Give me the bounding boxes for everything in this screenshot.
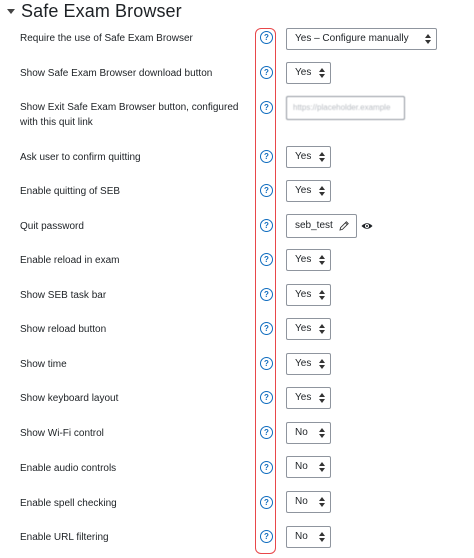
setting-label: Quit password: [20, 221, 84, 232]
help-icon[interactable]: ?: [260, 288, 273, 301]
help-icon[interactable]: ?: [260, 426, 273, 439]
quit-link-input[interactable]: https://placeholder.example: [286, 96, 405, 120]
show-time-select[interactable]: Yes: [286, 353, 331, 375]
setting-label: Show Safe Exam Browser download button: [20, 68, 213, 79]
select-value: Yes: [295, 185, 312, 196]
enable-reload-select[interactable]: Yes: [286, 249, 331, 271]
select-value: No: [295, 461, 308, 472]
help-icon[interactable]: ?: [260, 150, 273, 163]
select-value: Yes – Configure manually: [295, 33, 409, 44]
setting-label: Enable quitting of SEB: [20, 186, 121, 197]
url-filtering-select[interactable]: No: [286, 526, 331, 548]
section-header[interactable]: Safe Exam Browser: [6, 0, 182, 22]
select-value: Yes: [295, 323, 312, 334]
select-caret-icon: [319, 290, 325, 300]
help-icon[interactable]: ?: [260, 461, 273, 474]
collapse-chevron-icon[interactable]: [7, 8, 15, 14]
setting-label: Require the use of Safe Exam Browser: [20, 33, 193, 44]
help-icon[interactable]: ?: [260, 184, 273, 197]
keyboard-layout-select[interactable]: Yes: [286, 387, 331, 409]
select-caret-icon: [319, 359, 325, 369]
setting-label: Enable audio controls: [20, 463, 117, 474]
select-caret-icon: [319, 497, 325, 507]
select-value: Yes: [295, 358, 312, 369]
download-button-select[interactable]: Yes: [286, 62, 331, 84]
select-value: Yes: [295, 151, 312, 162]
setting-label: Show Wi-Fi control: [20, 428, 104, 439]
setting-label: Show Exit Safe Exam Browser button, conf…: [20, 102, 239, 128]
help-icon[interactable]: ?: [260, 31, 273, 44]
select-value: No: [295, 496, 308, 507]
setting-label: Ask user to confirm quitting: [20, 152, 141, 163]
pencil-edit-icon[interactable]: [338, 220, 350, 232]
help-icon[interactable]: ?: [260, 357, 273, 370]
select-caret-icon: [319, 393, 325, 403]
help-icon[interactable]: ?: [260, 219, 273, 232]
setting-label: Enable spell checking: [20, 498, 117, 509]
spell-checking-select[interactable]: No: [286, 491, 331, 513]
select-caret-icon: [319, 68, 325, 78]
task-bar-select[interactable]: Yes: [286, 284, 331, 306]
select-value: Yes: [295, 289, 312, 300]
select-caret-icon: [319, 532, 325, 542]
select-value: Yes: [295, 67, 312, 78]
help-icon[interactable]: ?: [260, 391, 273, 404]
help-icon[interactable]: ?: [260, 66, 273, 79]
audio-controls-select[interactable]: No: [286, 456, 331, 478]
help-icon[interactable]: ?: [260, 530, 273, 543]
setting-label: Show SEB task bar: [20, 290, 107, 301]
select-value: No: [295, 427, 308, 438]
setting-label: Enable URL filtering: [20, 532, 109, 543]
help-icon[interactable]: ?: [260, 101, 273, 114]
eye-reveal-icon[interactable]: [361, 222, 373, 230]
select-value: No: [295, 531, 308, 542]
wifi-control-select[interactable]: No: [286, 422, 331, 444]
select-caret-icon: [319, 186, 325, 196]
reload-button-select[interactable]: Yes: [286, 318, 331, 340]
setting-label: Show keyboard layout: [20, 393, 119, 404]
select-caret-icon: [319, 462, 325, 472]
confirm-quitting-select[interactable]: Yes: [286, 146, 331, 168]
require-seb-select[interactable]: Yes – Configure manually: [286, 28, 437, 50]
select-value: Yes: [295, 254, 312, 265]
section-title: Safe Exam Browser: [21, 0, 182, 21]
select-caret-icon: [319, 255, 325, 265]
select-caret-icon: [319, 324, 325, 334]
password-value: seb_test: [295, 220, 333, 231]
enable-quitting-select[interactable]: Yes: [286, 180, 331, 202]
setting-label: Show reload button: [20, 324, 107, 335]
select-value: Yes: [295, 392, 312, 403]
help-icon[interactable]: ?: [260, 496, 273, 509]
help-icon[interactable]: ?: [260, 253, 273, 266]
help-icon[interactable]: ?: [260, 322, 273, 335]
select-caret-icon: [319, 428, 325, 438]
setting-label: Show time: [20, 359, 67, 370]
select-caret-icon: [319, 152, 325, 162]
setting-label: Enable reload in exam: [20, 255, 120, 266]
select-caret-icon: [425, 34, 431, 44]
quit-password-field[interactable]: seb_test: [286, 214, 357, 238]
